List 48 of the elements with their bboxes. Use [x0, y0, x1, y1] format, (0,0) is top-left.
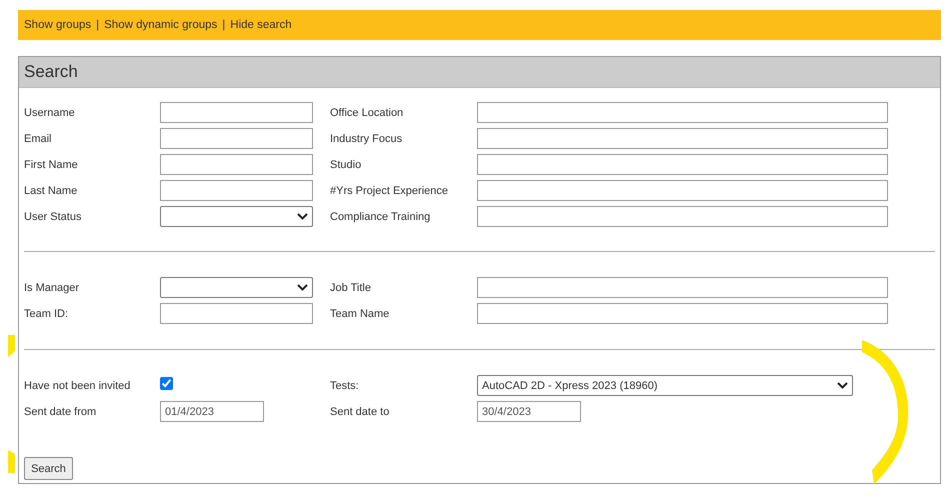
field-label: User Status	[24, 210, 82, 222]
highlight-mark	[8, 450, 15, 473]
separator: |	[96, 19, 100, 31]
field-label: Email	[24, 132, 53, 144]
field-label: Have not been invited	[24, 380, 132, 392]
field-label: Sent date to	[330, 406, 390, 418]
field-label: Job Title	[330, 282, 372, 294]
dropdown[interactable]	[160, 206, 313, 227]
field-label: Team ID:	[24, 308, 70, 320]
field-label: Is Manager	[24, 282, 80, 294]
text-field[interactable]	[160, 154, 313, 175]
separator: |	[222, 19, 226, 31]
highlight-mark	[8, 335, 15, 357]
field-label: Industry Focus	[330, 132, 404, 144]
link[interactable]: Show dynamic groups	[104, 19, 218, 31]
field-label: Last Name	[24, 184, 78, 196]
field-label: First Name	[24, 158, 79, 170]
search-button[interactable]: Search	[24, 457, 73, 480]
link[interactable]: Hide search	[230, 19, 292, 31]
field-label: Tests:	[330, 380, 360, 392]
field-label: Team Name	[330, 308, 390, 320]
date-field[interactable]: 01/4/2023	[160, 401, 264, 422]
date-field[interactable]: 30/4/2023	[477, 401, 581, 422]
chevron-down-icon	[297, 284, 308, 291]
text-field[interactable]	[477, 128, 888, 149]
field-label: Studio	[330, 158, 362, 170]
text-field[interactable]	[477, 180, 888, 201]
text-field[interactable]	[477, 277, 888, 298]
text-field[interactable]	[160, 180, 313, 201]
text-field[interactable]	[477, 102, 888, 123]
text-field[interactable]	[477, 206, 888, 227]
field-label: Office Location	[330, 106, 404, 118]
text-field[interactable]	[160, 303, 313, 324]
text-field[interactable]	[160, 102, 313, 123]
dropdown[interactable]	[160, 277, 313, 298]
chevron-down-icon	[297, 213, 308, 220]
field-label: Compliance Training	[330, 210, 432, 222]
text-field[interactable]	[160, 128, 313, 149]
checkbox[interactable]	[160, 376, 173, 390]
panel-title: Search	[19, 57, 940, 88]
field-label: Sent date from	[24, 406, 98, 418]
text-field[interactable]	[477, 154, 888, 175]
field-label: Username	[24, 106, 76, 118]
text-field[interactable]	[477, 303, 888, 324]
field-label: #Yrs Project Experience	[330, 184, 449, 196]
link[interactable]: Show groups	[24, 19, 92, 31]
chevron-down-icon	[837, 382, 848, 389]
dropdown[interactable]: AutoCAD 2D - Xpress 2023 (18960)	[477, 375, 853, 396]
